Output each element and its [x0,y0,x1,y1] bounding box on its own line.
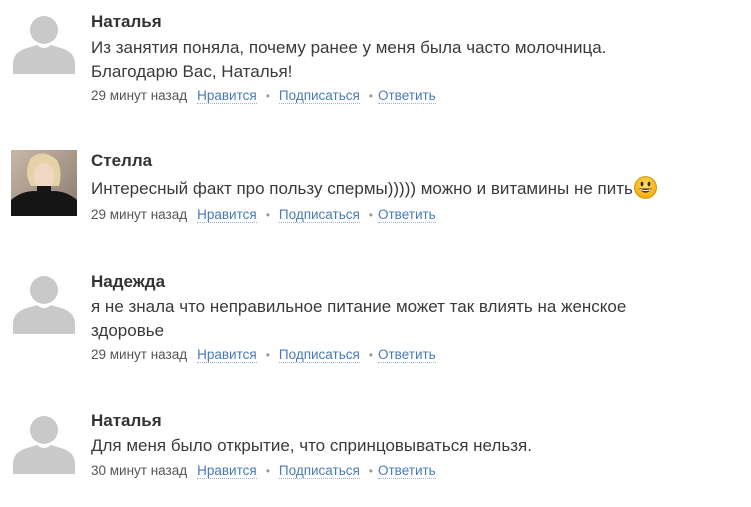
comment-timestamp: 29 минут назад [91,347,188,362]
reply-link[interactable]: Ответить [378,463,436,479]
like-link[interactable]: Нравится [197,207,257,223]
separator-dot: • [265,348,270,362]
reply-link[interactable]: Ответить [378,207,436,223]
like-link[interactable]: Нравится [197,88,257,104]
reply-link[interactable]: Ответить [378,88,436,104]
comment-meta: 29 минут назад Нравится • Подписаться • … [91,347,436,363]
comment-text-line: Благодарю Вас, Наталья! [91,62,293,81]
comment-text-line: здоровье [91,321,165,340]
comment-text-line: Из занятия поняла, почему ранее у меня б… [91,38,607,57]
comment-text-line: Интересный факт про пользу спермы))))) м… [91,179,633,198]
default-avatar-icon [11,268,77,334]
subscribe-link[interactable]: Подписаться [278,88,360,104]
subscribe-link[interactable]: Подписаться [278,347,360,363]
user-photo-avatar [11,150,77,216]
comment-timestamp: 29 минут назад [91,207,188,222]
subscribe-link[interactable]: Подписаться [278,207,360,223]
comment-timestamp: 29 минут назад [91,88,188,103]
separator-dot: • [265,464,270,478]
comment-text-line: я не знала что неправильное питание може… [91,297,627,316]
like-link[interactable]: Нравится [197,347,257,363]
comment-author: Стелла [91,151,153,170]
reply-link[interactable]: Ответить [378,347,436,363]
comment-timestamp: 30 минут назад [91,463,188,478]
comment-meta: 29 минут назад Нравится • Подписаться • … [91,207,436,223]
comment-author: Надежда [91,272,166,291]
separator-dot: • [368,89,373,103]
comment-author: Наталья [91,12,162,31]
separator-dot: • [265,89,270,103]
separator-dot: • [368,348,373,362]
comment-author: Наталья [91,411,162,430]
comment-text: Интересный факт про пользу спермы))))) м… [91,176,741,201]
separator-dot: • [368,464,373,478]
comment-text: Для меня было открытие, что спринцовыват… [91,434,741,458]
comment-meta: 29 минут назад Нравится • Подписаться • … [91,88,436,104]
comment-text-line: Для меня было открытие, что спринцовыват… [91,436,532,455]
default-avatar-icon [11,408,77,474]
default-avatar-icon [11,8,77,74]
comment-text: Из занятия поняла, почему ранее у меня б… [91,36,741,84]
separator-dot: • [265,208,270,222]
separator-dot: • [368,208,373,222]
subscribe-link[interactable]: Подписаться [278,463,360,479]
grinning-face-emoji-icon [633,176,657,199]
comment-text: я не знала что неправильное питание може… [91,295,741,343]
like-link[interactable]: Нравится [197,463,257,479]
comment-meta: 30 минут назад Нравится • Подписаться • … [91,463,436,479]
